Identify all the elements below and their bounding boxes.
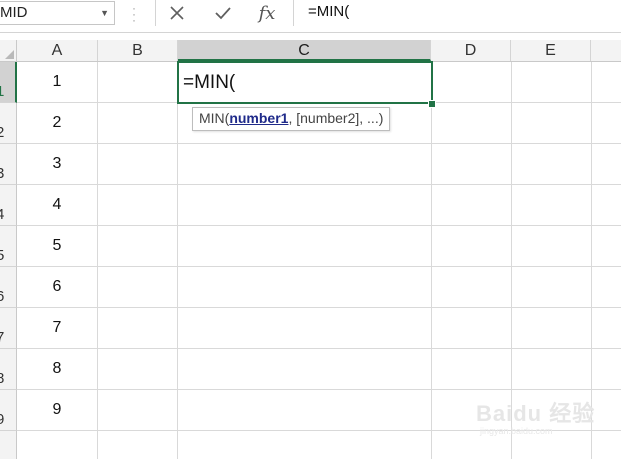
column-header-b[interactable]: B bbox=[98, 40, 178, 61]
formula-buttons: fx bbox=[155, 0, 294, 26]
row-number: 5 bbox=[0, 247, 4, 264]
watermark-logo: Baidu 经验 jingyan.baidu.com bbox=[476, 394, 616, 442]
column-header-e[interactable]: E bbox=[511, 40, 591, 61]
spreadsheet-app: MID ▼ · · · fx =MIN( A B C D E 1 2 3 4 5 6… bbox=[0, 0, 621, 459]
cell-a2[interactable]: 2 bbox=[17, 103, 97, 143]
gridline bbox=[591, 62, 592, 459]
row-header-7[interactable]: 7 bbox=[0, 308, 17, 349]
cell-a5[interactable]: 5 bbox=[17, 226, 97, 266]
gridline bbox=[17, 307, 621, 308]
enter-icon[interactable] bbox=[206, 0, 240, 26]
chevron-down-icon[interactable]: ▼ bbox=[100, 2, 109, 24]
cell-a9[interactable]: 9 bbox=[17, 390, 97, 430]
row-number: 1 bbox=[0, 83, 4, 100]
formula-bar: MID ▼ · · · fx =MIN( bbox=[0, 0, 621, 33]
row-header-4[interactable]: 4 bbox=[0, 185, 17, 226]
gridline bbox=[17, 143, 621, 144]
row-number: 8 bbox=[0, 370, 4, 387]
tooltip-function-name[interactable]: MIN( bbox=[199, 110, 229, 126]
row-number: 6 bbox=[0, 288, 4, 305]
cell-a1[interactable]: 1 bbox=[17, 62, 97, 102]
formula-input[interactable]: =MIN( bbox=[298, 0, 621, 26]
watermark-text: Baidu 经验 bbox=[476, 401, 596, 426]
row-number: 2 bbox=[0, 124, 4, 141]
active-cell-c1[interactable]: =MIN( bbox=[177, 61, 433, 104]
column-header-d[interactable]: D bbox=[431, 40, 511, 61]
name-box-value: MID bbox=[0, 4, 28, 21]
function-argument-tooltip: MIN(number1, [number2], ...) bbox=[192, 107, 391, 131]
gridline bbox=[511, 62, 512, 459]
gridline bbox=[17, 266, 621, 267]
gridline bbox=[177, 62, 178, 459]
row-number: 4 bbox=[0, 206, 4, 223]
gridline bbox=[17, 184, 621, 185]
gridline bbox=[431, 62, 432, 459]
row-header-6[interactable]: 6 bbox=[0, 267, 17, 308]
column-header-c[interactable]: C bbox=[178, 40, 431, 61]
gridline bbox=[17, 348, 621, 349]
select-all-corner[interactable] bbox=[0, 40, 17, 61]
row-header-3[interactable]: 3 bbox=[0, 144, 17, 185]
row-number: 7 bbox=[0, 329, 4, 346]
gridline bbox=[17, 225, 621, 226]
drag-handle-icon[interactable]: · · · bbox=[128, 2, 140, 26]
row-number: 9 bbox=[0, 411, 4, 428]
row-header-8[interactable]: 8 bbox=[0, 349, 17, 390]
cancel-icon[interactable] bbox=[160, 0, 194, 26]
fill-handle[interactable] bbox=[428, 100, 436, 108]
row-header-1[interactable]: 1 bbox=[0, 62, 17, 103]
column-header-a[interactable]: A bbox=[17, 40, 98, 61]
watermark-subtext: jingyan.baidu.com bbox=[480, 426, 553, 436]
gridline bbox=[17, 430, 621, 431]
name-box[interactable]: MID ▼ bbox=[0, 1, 115, 25]
row-number: 3 bbox=[0, 165, 4, 182]
cell-a8[interactable]: 8 bbox=[17, 349, 97, 389]
cell-a4[interactable]: 4 bbox=[17, 185, 97, 225]
gridline bbox=[17, 389, 621, 390]
gridline bbox=[97, 62, 98, 459]
column-header-row: A B C D E bbox=[0, 40, 621, 62]
cell-a6[interactable]: 6 bbox=[17, 267, 97, 307]
row-header-2[interactable]: 2 bbox=[0, 103, 17, 144]
row-header-5[interactable]: 5 bbox=[0, 226, 17, 267]
tooltip-current-argument[interactable]: number1 bbox=[229, 110, 288, 126]
row-header-9[interactable]: 9 bbox=[0, 390, 17, 431]
cell-a7[interactable]: 7 bbox=[17, 308, 97, 348]
insert-function-icon[interactable]: fx bbox=[250, 0, 284, 26]
row-header-10[interactable] bbox=[0, 431, 17, 459]
cell-a3[interactable]: 3 bbox=[17, 144, 97, 184]
tooltip-remaining-args: , [number2], ...) bbox=[288, 110, 384, 126]
